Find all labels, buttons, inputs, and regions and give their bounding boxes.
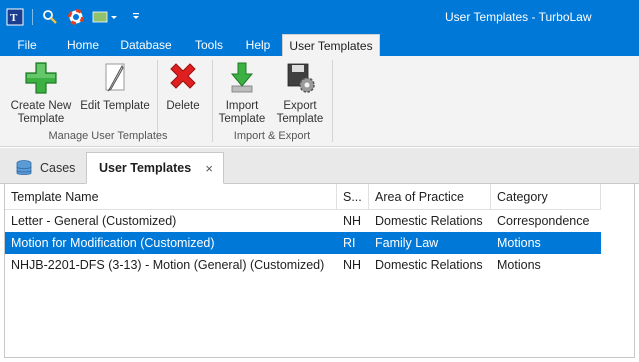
cell-area: Family Law [375, 236, 439, 250]
ribbon-panel: Create New Template Edit Template Delete… [0, 56, 639, 147]
cell-area: Domestic Relations [375, 214, 483, 228]
cell-category: Motions [497, 236, 541, 250]
title-bar: T User Templates - TurboLaw [0, 0, 639, 34]
cell-state: NH [343, 258, 362, 272]
cell-template-name: Letter - General (Customized) [11, 214, 177, 228]
pencil-icon [105, 63, 125, 92]
cell-area: Domestic Relations [375, 258, 483, 272]
cell-state: RI [343, 236, 356, 250]
doc-tab-user-templates-label: User Templates [99, 161, 192, 175]
database-icon [16, 160, 32, 175]
column-header-category[interactable]: Category [491, 184, 601, 210]
doc-tab-user-templates[interactable]: User Templates × [86, 152, 224, 184]
table-row[interactable]: NHJB-2201-DFS (3-13) - Motion (General) … [5, 254, 601, 276]
tab-tools[interactable]: Tools [188, 34, 230, 56]
import-template-button[interactable]: Import Template [218, 58, 266, 126]
create-new-template-label-2: Template [17, 113, 65, 125]
export-template-button[interactable]: Export Template [274, 58, 326, 126]
cell-category: Correspondence [497, 214, 590, 228]
import-template-label-2: Template [218, 113, 266, 125]
delete-label: Delete [166, 100, 200, 112]
ribbon-group-separator-2 [332, 60, 333, 142]
tab-home[interactable]: Home [62, 34, 104, 56]
group-label-import-export: Import & Export [233, 130, 311, 142]
create-new-template-label-1: Create New [10, 100, 72, 112]
ribbon-group-separator [212, 60, 213, 142]
import-template-label-1: Import [225, 100, 259, 112]
table-row-selected[interactable]: Motion for Modification (Customized) RI … [5, 232, 601, 254]
export-template-label-2: Template [276, 113, 324, 125]
column-header-area-of-practice[interactable]: Area of Practice [369, 184, 491, 210]
cell-template-name: Motion for Modification (Customized) [11, 236, 215, 250]
templates-grid: Template Name S... Area of Practice Cate… [4, 184, 635, 358]
column-header-state[interactable]: S... [337, 184, 369, 210]
column-header-template-name[interactable]: Template Name [5, 184, 337, 210]
cell-category: Motions [497, 258, 541, 272]
save-gear-icon [287, 63, 315, 93]
doc-tab-cases-label: Cases [40, 161, 76, 175]
cell-state: NH [343, 214, 362, 228]
group-label-manage: Manage User Templates [48, 130, 168, 142]
tab-database[interactable]: Database [116, 34, 176, 56]
edit-template-label: Edit Template [80, 100, 150, 112]
download-arrow-icon [230, 62, 254, 93]
export-template-label-1: Export [283, 100, 317, 112]
cell-template-name: NHJB-2201-DFS (3-13) - Motion (General) … [11, 258, 325, 272]
ribbon-tab-bar: File Home Database Tools Help User Templ… [0, 34, 639, 56]
tab-help[interactable]: Help [240, 34, 276, 56]
red-x-icon [170, 63, 196, 89]
grid-header: Template Name S... Area of Practice Cate… [5, 184, 601, 210]
edit-template-button[interactable]: Edit Template [80, 58, 150, 113]
document-tab-bar: Cases User Templates × [0, 148, 639, 184]
window-title: User Templates - TurboLaw [445, 10, 592, 24]
doc-tab-cases[interactable]: Cases [14, 152, 84, 184]
tab-file[interactable]: File [0, 34, 54, 56]
table-row[interactable]: Letter - General (Customized) NH Domesti… [5, 210, 601, 232]
close-icon[interactable]: × [205, 161, 213, 176]
create-new-template-button[interactable]: Create New Template [8, 58, 74, 126]
tab-user-templates[interactable]: User Templates [282, 34, 380, 56]
delete-button[interactable]: Delete [162, 58, 204, 113]
plus-icon [25, 62, 57, 94]
